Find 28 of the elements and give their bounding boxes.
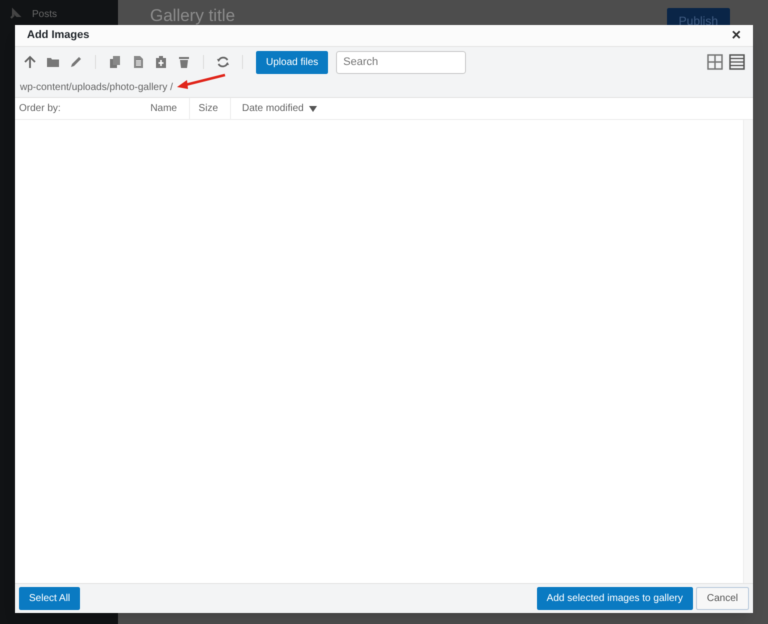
column-header[interactable]: Name	[150, 101, 177, 116]
scrollbar[interactable]	[743, 120, 753, 583]
upload-files-button[interactable]: Upload files	[256, 50, 328, 74]
clipboard-icon[interactable]	[154, 55, 168, 69]
refresh-icon[interactable]	[216, 55, 230, 69]
sidebar-item[interactable]: Posts	[32, 6, 58, 22]
sort-down-icon[interactable]	[308, 106, 317, 112]
column-header: Order by:	[19, 102, 61, 116]
page-title: Gallery title	[150, 7, 236, 24]
search-field[interactable]: Search	[336, 50, 466, 74]
trash-icon[interactable]	[177, 55, 191, 69]
grid-view-icon[interactable]	[707, 54, 723, 70]
copy-icon[interactable]	[108, 55, 122, 69]
folder-icon[interactable]	[46, 55, 60, 69]
pin-icon	[8, 7, 22, 21]
cancel-button[interactable]: Cancel	[696, 587, 749, 610]
document-icon[interactable]	[131, 55, 145, 69]
select-all-button[interactable]: Select All	[19, 587, 80, 610]
add-to-gallery-button[interactable]: Add selected images to gallery	[536, 587, 693, 610]
column-header[interactable]: Size	[198, 101, 218, 116]
column-header[interactable]: Date modified	[242, 101, 304, 116]
list-view-icon[interactable]	[729, 54, 745, 70]
dialog-title: Add Images	[27, 28, 90, 44]
arrow-annotation	[174, 73, 227, 91]
up-arrow-icon[interactable]	[23, 55, 37, 69]
close-button[interactable]: ×	[732, 28, 741, 44]
pencil-icon[interactable]	[69, 55, 83, 69]
folder-path: wp-content/uploads/photo-gallery /	[20, 80, 173, 94]
